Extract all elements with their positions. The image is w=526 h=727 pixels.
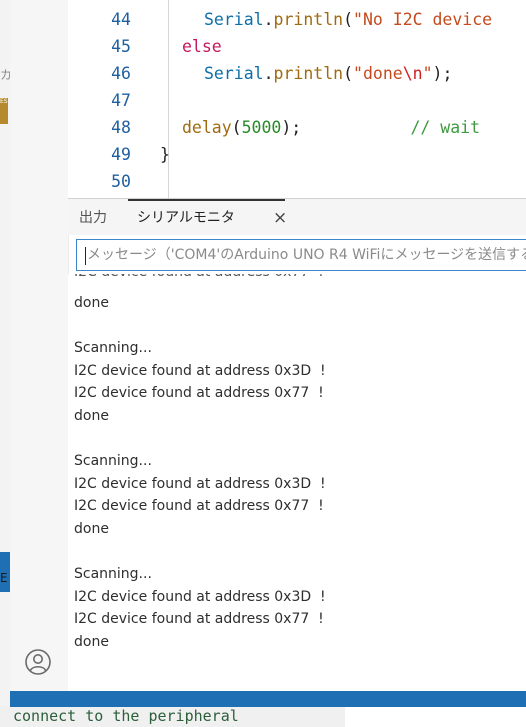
arduino-ide-window: 44 Serial.println("No I2C device 45 else 46 S… xyxy=(10,0,526,707)
close-icon[interactable]: × xyxy=(273,210,287,227)
code-line: 49} xyxy=(68,141,526,168)
serial-line: done xyxy=(74,521,109,537)
line-number: 44 xyxy=(111,10,131,29)
serial-line: I2C device found at address 0x3D ! xyxy=(74,588,326,605)
activity-bar xyxy=(10,0,69,707)
line-number: 46 xyxy=(111,64,131,83)
text-caret xyxy=(85,247,86,265)
serial-line: I2C device found at address 0x77 ! xyxy=(74,274,324,283)
tab-serial-monitor[interactable]: シリアルモニタ xyxy=(137,199,235,235)
code-line: 45 else xyxy=(68,33,526,60)
line-number: 48 xyxy=(111,118,131,137)
serial-line: I2C device found at address 0x3D ! xyxy=(74,362,326,379)
code-line: 44 Serial.println("No I2C device xyxy=(68,6,526,33)
message-placeholder: メッセージ（'COM4'のArduino UNO R4 WiFiにメッセージを送… xyxy=(87,247,526,263)
serial-line: done xyxy=(74,295,109,311)
serial-line: I2C device found at address 0x3D ! xyxy=(74,475,326,492)
code-line: 48 delay(5000); // wait xyxy=(68,114,526,141)
background-window-code: connect to the peripheral xyxy=(13,707,239,725)
code-text: } xyxy=(160,145,170,164)
serial-line: done xyxy=(74,408,109,424)
serial-line: Scanning... xyxy=(74,566,152,583)
code-text: Serial.println("done\n"); xyxy=(204,64,453,83)
code-text: else xyxy=(182,37,222,56)
background-window-badge: ES xyxy=(0,98,8,124)
code-text: Serial.println("No I2C device xyxy=(204,10,493,29)
serial-line: I2C device found at address 0x77 ! xyxy=(74,385,324,402)
code-line: 46 Serial.println("done\n"); xyxy=(68,60,526,87)
code-line: 50 xyxy=(68,168,526,195)
serial-line: Scanning... xyxy=(74,453,152,470)
line-number: 45 xyxy=(111,37,131,56)
status-bar xyxy=(10,691,526,707)
line-number: 50 xyxy=(111,172,131,191)
message-input[interactable]: メッセージ（'COM4'のArduino UNO R4 WiFiにメッセージを送… xyxy=(76,239,526,271)
serial-line: I2C device found at address 0x77 ! xyxy=(74,498,324,515)
serial-output[interactable]: I2C device found at address 0x77 ! done Sc… xyxy=(68,274,526,691)
line-number: 47 xyxy=(111,91,131,110)
code-line: 47 xyxy=(68,87,526,114)
account-icon[interactable] xyxy=(25,649,51,675)
tab-output[interactable]: 出力 xyxy=(79,199,107,235)
code-editor[interactable]: 44 Serial.println("No I2C device 45 else 46 S… xyxy=(68,0,526,198)
code-text: delay(5000); // wait xyxy=(182,118,481,137)
panel-tabs: 出力 シリアルモニタ xyxy=(68,199,526,235)
serial-line: done xyxy=(74,634,109,650)
serial-line: I2C device found at address 0x77 ! xyxy=(74,611,324,628)
serial-line: Scanning... xyxy=(74,340,152,357)
background-window-char: E xyxy=(0,571,8,585)
line-number: 49 xyxy=(111,145,131,164)
